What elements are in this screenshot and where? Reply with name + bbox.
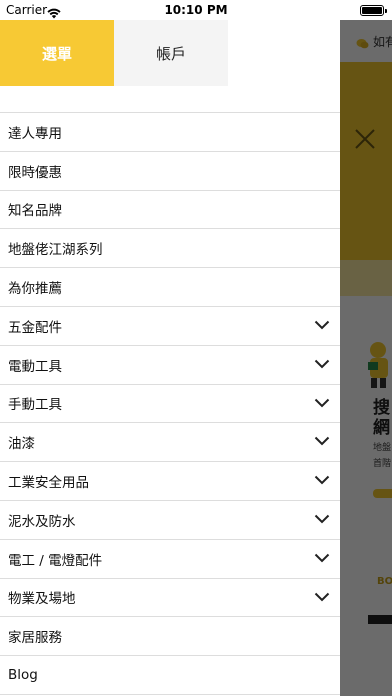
chevron-down-icon <box>314 398 330 407</box>
menu-item-brands[interactable]: 知名品牌 <box>0 191 340 230</box>
menu-item-masonry[interactable]: 泥水及防水 <box>0 501 340 540</box>
menu-item-electrical[interactable]: 電工 / 電燈配件 <box>0 540 340 579</box>
menu-item-paint[interactable]: 油漆 <box>0 423 340 463</box>
menu-item-label: 電工 / 電燈配件 <box>8 552 103 569</box>
menu-item-power-tools[interactable]: 電動工具 <box>0 346 340 385</box>
menu-item-label: 地盤佬江湖系列 <box>8 242 103 259</box>
menu-item-label: 油漆 <box>8 436 35 453</box>
navigation-drawer: 選單 帳戶 達人專用 限時優惠 知名品牌 地盤佬江湖系列 為你推薦 五金配件 電… <box>0 20 340 696</box>
menu-item-label: 知名品牌 <box>8 203 62 220</box>
chevron-down-icon <box>314 320 330 330</box>
chevron-down-icon <box>314 592 330 601</box>
menu-item-label: 手動工具 <box>8 397 62 414</box>
menu-item-label: 物業及場地 <box>8 591 76 608</box>
menu-item-label: 限時優惠 <box>8 164 62 181</box>
menu-item-label: 達人專用 <box>8 125 62 142</box>
menu-item-label: 泥水及防水 <box>8 513 76 530</box>
menu-item-blog[interactable]: Blog <box>0 656 340 695</box>
menu-item-label: 家居服務 <box>8 630 62 647</box>
menu-item-label: Blog <box>8 667 38 684</box>
chevron-down-icon <box>314 437 330 446</box>
menu-item-series[interactable]: 地盤佬江湖系列 <box>0 229 340 269</box>
chevron-down-icon <box>314 475 330 485</box>
menu-item-safety[interactable]: 工業安全用品 <box>0 462 340 501</box>
menu-item-label: 電動工具 <box>8 358 62 375</box>
status-bar: Carrier 10:10 PM <box>0 0 392 20</box>
background-page: 如有 搜 網 地盤 首階 BO <box>340 20 392 696</box>
menu-item-hand-tools[interactable]: 手動工具 <box>0 385 340 424</box>
tab-menu[interactable]: 選單 <box>0 20 114 86</box>
clock: 10:10 PM <box>164 3 228 17</box>
chevron-down-icon <box>314 514 330 524</box>
drawer-tabs: 選單 帳戶 <box>0 20 228 86</box>
menu-item-recommended[interactable]: 為你推薦 <box>0 268 340 307</box>
menu-item-home-services[interactable]: 家居服務 <box>0 617 340 657</box>
menu-item-experts[interactable]: 達人專用 <box>0 113 340 152</box>
menu-item-label: 工業安全用品 <box>8 475 89 492</box>
chevron-down-icon <box>314 359 330 369</box>
tab-account[interactable]: 帳戶 <box>114 20 228 86</box>
menu-item-property[interactable]: 物業及場地 <box>0 579 340 618</box>
menu-list: 達人專用 限時優惠 知名品牌 地盤佬江湖系列 為你推薦 五金配件 電動工具 手動… <box>0 112 340 695</box>
battery-icon <box>360 5 387 16</box>
dim-overlay[interactable] <box>340 20 392 696</box>
menu-item-label: 五金配件 <box>8 319 62 336</box>
menu-item-label: 為你推薦 <box>8 281 62 298</box>
chevron-down-icon <box>314 553 330 563</box>
menu-item-limited-offers[interactable]: 限時優惠 <box>0 152 340 191</box>
menu-item-hardware[interactable]: 五金配件 <box>0 307 340 346</box>
